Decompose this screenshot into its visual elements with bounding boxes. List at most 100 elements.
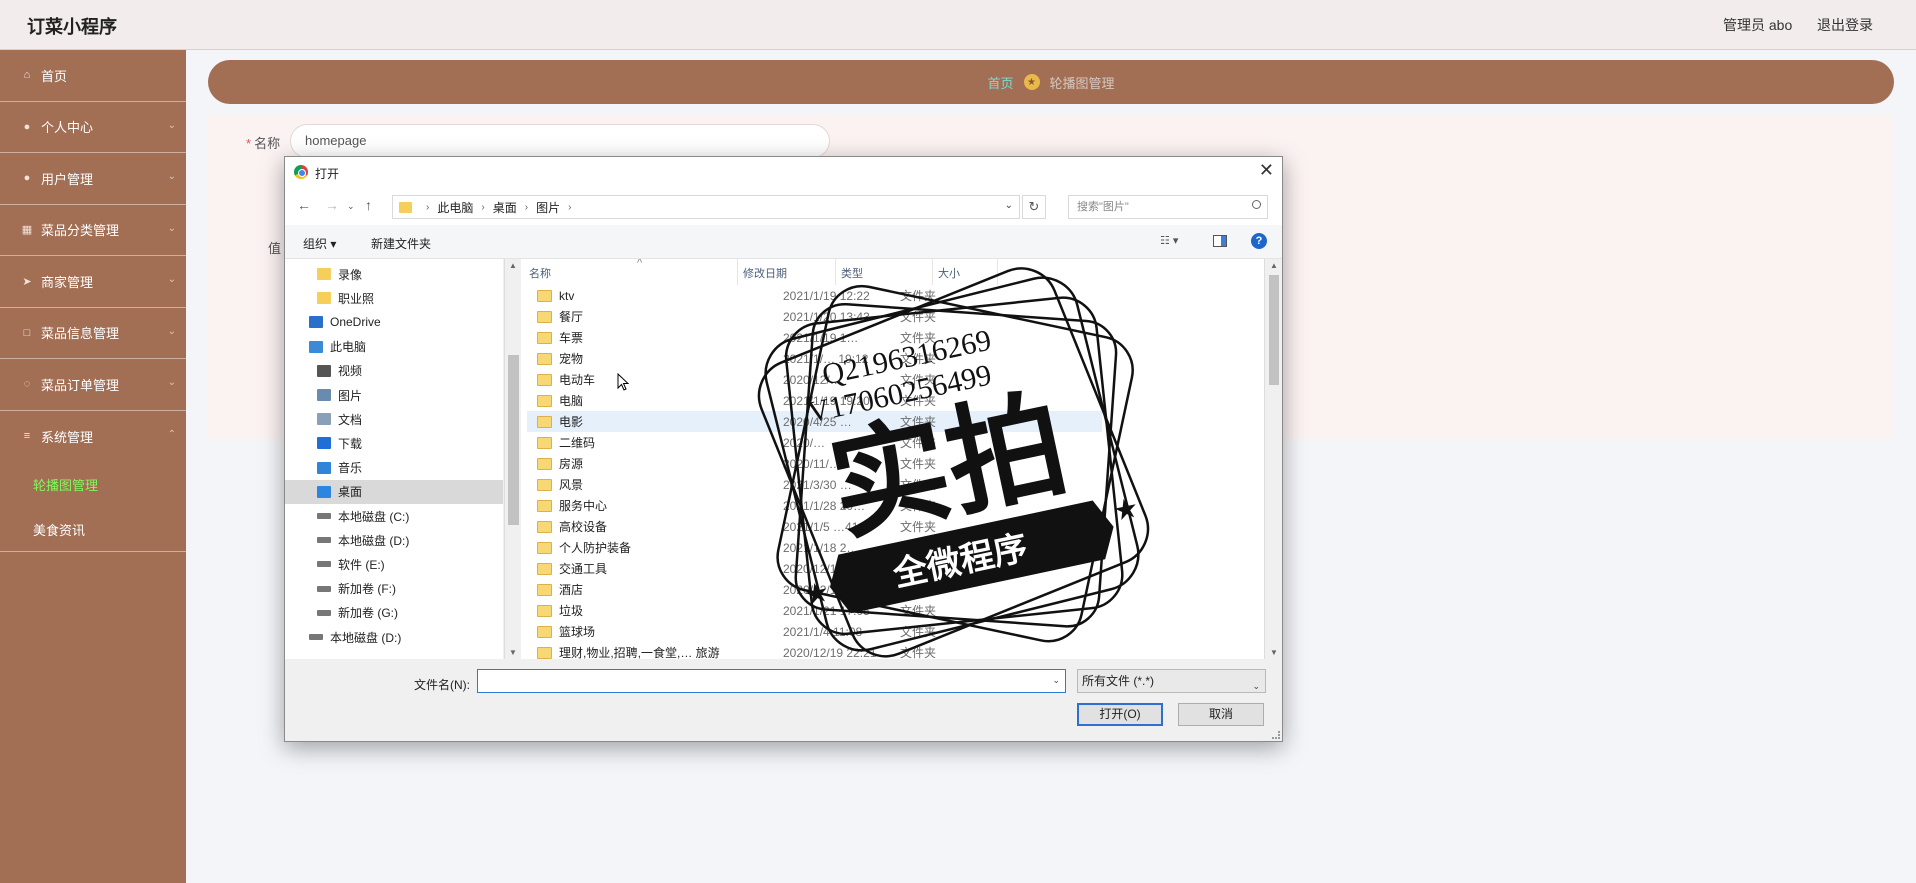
file-type: 文件夹 xyxy=(900,331,937,345)
submenu-item-banner[interactable]: 轮播图管理 xyxy=(0,462,186,507)
sidebar-item-orders[interactable]: ◌ 菜品订单管理 ⌄ xyxy=(0,359,186,411)
file-date: 2021/1/19 12:22 xyxy=(783,288,870,303)
help-icon[interactable]: ? xyxy=(1251,233,1267,249)
search-input[interactable]: 搜索"图片" xyxy=(1068,195,1268,219)
file-type: 文件夹 xyxy=(900,415,937,429)
organize-button[interactable]: 组织 ▾ xyxy=(303,235,336,252)
column-header-type[interactable]: 类型 xyxy=(841,265,863,281)
nav-item[interactable]: 音乐 xyxy=(285,456,503,480)
nav-item[interactable]: 职业照 xyxy=(285,286,503,310)
file-row[interactable]: 房源 2020/11/… 文件夹 xyxy=(527,453,1102,474)
breadcrumb-home[interactable]: 首页 xyxy=(987,73,1013,92)
name-input[interactable]: homepage xyxy=(290,124,830,158)
chevron-right-icon: › xyxy=(426,201,430,213)
file-list-scrollbar[interactable]: ▲ ▼ xyxy=(1264,259,1282,659)
nav-item[interactable]: 视频 xyxy=(285,359,503,383)
file-name: 篮球场 xyxy=(559,625,596,639)
sidebar-item-dish-category[interactable]: ▦ 菜品分类管理 ⌄ xyxy=(0,205,186,256)
nav-item[interactable]: OneDrive xyxy=(285,310,503,334)
nav-item[interactable]: 新加卷 (F:) xyxy=(285,577,503,601)
view-options-icon[interactable]: ☷ ▾ xyxy=(1160,234,1190,247)
filename-input[interactable]: ⌄ xyxy=(477,669,1066,693)
file-date: 2020/12/19 22:21 xyxy=(783,645,877,660)
nav-item[interactable]: 此电脑 xyxy=(285,335,503,359)
nav-item[interactable]: 本地磁盘 (C:) xyxy=(285,504,503,528)
nav-item-label: 录像 xyxy=(338,267,363,282)
file-row[interactable]: 服务中心 2021/1/28 20… 文件夹 xyxy=(527,495,1102,516)
preview-pane-icon[interactable] xyxy=(1213,235,1227,247)
column-header-name[interactable]: 名称 xyxy=(529,265,551,281)
resize-grip[interactable] xyxy=(1272,731,1280,739)
sidebar-item-home[interactable]: ⌂ 首页 xyxy=(0,50,186,102)
sidebar-item-merchants[interactable]: ➤ 商家管理 ⌄ xyxy=(0,256,186,308)
file-row[interactable]: 餐厅 2021/1/20 13:43 文件夹 xyxy=(527,306,1102,327)
grid-icon: ▦ xyxy=(21,224,33,237)
chevron-down-icon[interactable]: ⌄ xyxy=(1052,675,1060,686)
close-icon[interactable]: ✕ xyxy=(1259,160,1274,181)
nav-item-label: 下载 xyxy=(338,436,363,451)
submenu-item-food-news[interactable]: 美食资讯 xyxy=(0,507,186,552)
nav-item[interactable]: 新加卷 (G:) xyxy=(285,601,503,625)
file-row[interactable]: 酒店 2020/12/15 14:… 文件夹 xyxy=(527,579,1102,600)
file-row[interactable]: 电影 2020/4/25 … 文件夹 xyxy=(527,411,1102,432)
file-row[interactable]: 理财,物业,招聘,一食堂,… 旅游 2020/12/19 22:21 文件夹 xyxy=(527,642,1102,659)
nav-item[interactable]: 软件 (E:) xyxy=(285,552,503,576)
path-segment[interactable]: 桌面 xyxy=(493,199,517,216)
new-folder-button[interactable]: 新建文件夹 xyxy=(371,235,431,252)
file-type: 文件夹 xyxy=(900,583,937,597)
column-header-date[interactable]: 修改日期 xyxy=(743,265,787,281)
filetype-select[interactable]: 所有文件 (*.*) ⌄ xyxy=(1077,669,1266,693)
file-row[interactable]: 高校设备 2021/1/5 …41 文件夹 xyxy=(527,516,1102,537)
app-title: 订菜小程序 xyxy=(27,17,117,37)
file-name: 交通工具 xyxy=(559,562,608,576)
sidebar-item-system[interactable]: ≡ 系统管理 ⌃ xyxy=(0,411,186,463)
nav-item[interactable]: 文档 xyxy=(285,407,503,431)
back-arrow-icon[interactable]: ← xyxy=(297,197,311,213)
file-date: 2021/1/19 19:20 xyxy=(783,393,870,408)
nav-item[interactable]: 录像 xyxy=(285,262,503,286)
cancel-button[interactable]: 取消 xyxy=(1178,703,1264,726)
chevron-down-icon[interactable]: ⌄ xyxy=(347,201,355,212)
file-date: 2020/12/… xyxy=(783,372,842,387)
nav-item[interactable]: 本地磁盘 (D:) xyxy=(285,625,503,649)
chevron-down-icon[interactable]: ⌄ xyxy=(1005,200,1013,211)
refresh-button[interactable]: ↻ xyxy=(1022,195,1046,219)
file-row[interactable]: 车票 2021/1/19 1… 文件夹 xyxy=(527,327,1102,348)
folder-icon xyxy=(537,289,552,302)
file-row[interactable]: 交通工具 2020/12/1… 14:4… 文件夹 xyxy=(527,558,1102,579)
column-header-size[interactable]: 大小 xyxy=(938,265,960,281)
logout-link[interactable]: 退出登录 xyxy=(1817,15,1873,35)
nav-item[interactable]: 下载 xyxy=(285,431,503,455)
navigation-scrollbar[interactable]: ▲ ▼ xyxy=(504,259,521,659)
file-row[interactable]: 篮球场 2021/1/4 11:08 文件夹 xyxy=(527,621,1102,642)
file-row[interactable]: 电脑 2021/1/19 19:20 文件夹 xyxy=(527,390,1102,411)
file-row[interactable]: 风景 2021/3/30 … 文件夹 xyxy=(527,474,1102,495)
forward-arrow-icon[interactable]: → xyxy=(325,197,339,213)
file-date: 2020/… xyxy=(783,435,826,450)
onedrive-icon xyxy=(309,316,323,329)
nav-item-label: 图片 xyxy=(338,388,363,403)
nav-item[interactable]: 图片 xyxy=(285,383,503,407)
address-bar[interactable]: › 此电脑 › 桌面 › 图片 › ⌄ xyxy=(392,195,1020,219)
up-arrow-icon[interactable]: ↑ xyxy=(365,197,372,213)
file-row[interactable]: ktv 2021/1/19 12:22 文件夹 xyxy=(527,285,1102,306)
nav-item-label: 此电脑 xyxy=(330,340,367,355)
file-name: 电脑 xyxy=(559,394,584,408)
path-segment[interactable]: 此电脑 xyxy=(437,199,473,216)
file-row[interactable]: 垃圾 2021/1/21 17:05 文件夹 xyxy=(527,600,1102,621)
nav-item[interactable]: 桌面 xyxy=(285,479,503,504)
sidebar-item-profile[interactable]: ● 个人中心 ⌄ xyxy=(0,102,186,153)
sidebar-item-users[interactable]: ● 用户管理 ⌄ xyxy=(0,153,186,205)
path-segment[interactable]: 图片 xyxy=(536,199,560,216)
sidebar-item-dish-info[interactable]: □ 菜品信息管理 ⌄ xyxy=(0,308,186,359)
nav-item-label: OneDrive xyxy=(330,315,381,330)
file-row[interactable]: 宠物 2021/1/… 19:12 文件夹 xyxy=(527,348,1102,369)
nav-item[interactable]: 本地磁盘 (D:) xyxy=(285,528,503,552)
file-row[interactable]: 二维码 2020/… 文件夹 xyxy=(527,432,1102,453)
sidebar-item-label: 系统管理 xyxy=(41,429,94,445)
file-row[interactable]: 电动车 2020/12/… 文件夹 xyxy=(527,369,1102,390)
folder-icon xyxy=(537,604,552,617)
file-row[interactable]: 个人防护装备 2021/1/18 2… 文件夹 xyxy=(527,537,1102,558)
open-button[interactable]: 打开(O) xyxy=(1077,703,1163,726)
chevron-up-icon: ⌃ xyxy=(167,428,176,440)
